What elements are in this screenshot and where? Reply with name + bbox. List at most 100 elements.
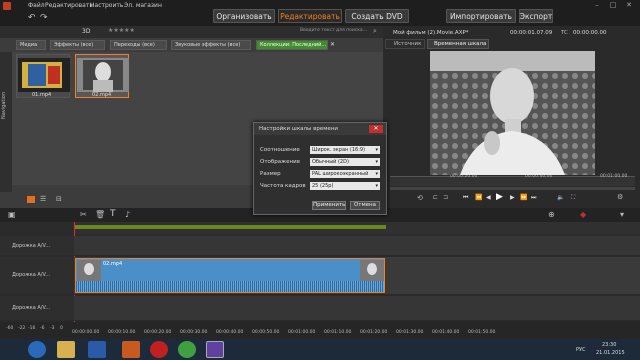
explorer-icon[interactable] (57, 341, 75, 358)
timeline-ruler[interactable] (74, 222, 640, 234)
meter-tick: -60 (6, 326, 14, 331)
bottom-time-ruler[interactable]: -60 -22 -16 -6 -3 0 00:00:00.00 00:00:10… (0, 322, 640, 339)
tab-timeline[interactable]: Временная шкала (427, 39, 489, 49)
time-tick: 00:00:10.00 (108, 330, 136, 335)
volume-icon[interactable]: 🔈 (557, 194, 564, 201)
app-logo-icon (3, 2, 11, 10)
frame-forward-icon[interactable]: ▶ (510, 194, 515, 201)
meter-tick: 0 (60, 326, 63, 331)
dialog-close-button[interactable]: ✕ (369, 125, 383, 133)
tag-icon[interactable]: ⊟ (56, 195, 62, 203)
close-window-icon[interactable]: ✕ (622, 1, 636, 10)
view-3d-toggle[interactable]: 3D (82, 28, 90, 35)
frame-back-icon[interactable]: ◀ (486, 194, 491, 201)
clock-time[interactable]: 23:30 (602, 342, 616, 348)
menu-edit[interactable]: Редактировать (45, 2, 93, 9)
apply-button[interactable]: Применить (312, 201, 346, 210)
minimize-icon[interactable]: – (590, 1, 604, 10)
time-tick: 00:00:20.00 (144, 330, 172, 335)
menu-setup[interactable]: Настроить (90, 2, 123, 9)
search-input[interactable]: Введите текст для поиска... (300, 28, 367, 33)
timeline-clip[interactable]: 02.mp4 (75, 258, 385, 293)
go-end-icon[interactable]: ⏭ (531, 194, 536, 202)
zoom-icon[interactable]: ⊕ (548, 210, 555, 219)
timeline-settings-icon[interactable]: ▣ (8, 210, 16, 219)
rating-filter[interactable]: ★★★★★ (108, 27, 135, 34)
step-back-icon[interactable]: ⏪ (475, 194, 482, 201)
title-bar: Файл Редактировать Настроить Эл. магазин… (0, 0, 640, 26)
project-title: Мой фильм (2).Movie.AXP* (393, 30, 469, 36)
maximize-icon[interactable]: □ (606, 1, 620, 10)
tab-collections[interactable]: Коллекции: Последний... (256, 40, 328, 50)
word-icon[interactable] (88, 341, 106, 358)
pinnacle-studio-icon[interactable] (206, 341, 224, 358)
frame-rate-select[interactable]: 25 (25p) (310, 182, 380, 190)
size-label: Размер (260, 171, 281, 177)
powerpoint-icon[interactable] (122, 341, 140, 358)
mark-in-icon[interactable]: ⊏ (433, 194, 438, 201)
preview-scrub-bar[interactable] (390, 187, 635, 190)
tab-timeline-label: Временная шкала (434, 41, 487, 47)
edit-button[interactable]: Редактировать (278, 9, 342, 23)
timeline-settings-dialog: Настройки шкалы времени ✕ Соотношение Ши… (253, 122, 387, 215)
language-indicator[interactable]: РУС (576, 347, 586, 353)
audio-tool-icon[interactable]: ♪ (125, 210, 130, 219)
time-tick: 00:01:30.00 (396, 330, 424, 335)
dialog-title: Настройки шкалы времени (254, 123, 386, 135)
menu-store[interactable]: Эл. магазин (124, 2, 162, 9)
tab-sound-effects[interactable]: Звуковые эффекты (все) (171, 40, 251, 50)
cancel-button[interactable]: Отмена (350, 201, 380, 210)
chrome-icon[interactable] (178, 341, 196, 358)
import-button[interactable]: Импортировать (446, 9, 516, 23)
export-button[interactable]: Экспорт (519, 9, 553, 23)
play-icon[interactable]: ▶ (496, 192, 503, 202)
track-label: Дорожка A/V... (12, 243, 51, 249)
tab-effects[interactable]: Эффекты (все) (50, 40, 105, 50)
windows-taskbar: РУС 23:30 21.01.2015 (0, 339, 640, 360)
clip-label: 02.mp4 (103, 261, 123, 267)
library-header: 3D ★★★★★ Введите текст для поиска... ⌕ (0, 26, 383, 38)
size-select[interactable]: PAL широкоэкранный (310, 170, 380, 178)
display-mode-select[interactable]: Обычный (2D) (310, 158, 380, 166)
timecode-current[interactable]: 00:00:01.07.09 (510, 30, 552, 36)
fullscreen-icon[interactable]: ⛶ (571, 194, 575, 202)
tab-transitions[interactable]: Переходы (все) (110, 40, 167, 50)
navigation-strip[interactable]: Navigation (0, 52, 12, 192)
settings-icon[interactable]: ⚙ (617, 193, 623, 201)
start-button-icon[interactable] (28, 341, 46, 358)
track-label: Дорожка A/V... (12, 305, 51, 311)
track-row: Дорожка A/V... (0, 236, 640, 256)
loop-icon[interactable]: ⟲ (417, 194, 423, 202)
tab-media[interactable]: Медиа (16, 40, 46, 50)
snap-icon[interactable]: ◆ (580, 210, 586, 219)
mark-out-icon[interactable]: ⊐ (443, 194, 448, 201)
preview-ruler[interactable]: 00:00:20.00 00:00:40.00 00:01:00.00 (390, 174, 635, 186)
clock-date[interactable]: 21.01.2015 (596, 350, 625, 356)
time-tick: 00:01:10.00 (324, 330, 352, 335)
tab-source-label: Источник (394, 41, 422, 47)
create-dvd-button[interactable]: Создать DVD (345, 9, 409, 23)
video-frame-image (430, 51, 595, 175)
timecode-duration[interactable]: 00:00:00.00 (573, 30, 606, 36)
time-tick: 00:01:40.00 (432, 330, 460, 335)
clip-thumb-start (77, 260, 101, 282)
go-start-icon[interactable]: ⏮ (463, 194, 468, 202)
list-view-icon[interactable]: ☰ (40, 195, 46, 203)
delete-icon[interactable]: 🗑 (95, 210, 105, 219)
in-out-range-bar[interactable] (74, 225, 386, 229)
audio-waveform (76, 281, 384, 292)
redo-icon[interactable]: ↷ (40, 13, 48, 23)
razor-icon[interactable]: ✂ (80, 210, 87, 219)
organize-button[interactable]: Организовать (213, 9, 275, 23)
aspect-ratio-select[interactable]: Широк. экран (16:9) (310, 146, 380, 154)
more-icon[interactable]: ▾ (620, 210, 624, 219)
tab-source[interactable]: Источник (385, 39, 425, 49)
step-forward-icon[interactable]: ⏩ (520, 194, 527, 201)
title-tool-icon[interactable]: T (110, 209, 116, 219)
close-tab-icon[interactable]: ✕ (330, 41, 335, 48)
grid-view-icon[interactable] (27, 196, 35, 203)
opera-icon[interactable] (150, 341, 168, 358)
undo-icon[interactable]: ↶ (28, 13, 36, 23)
menu-file[interactable]: Файл (28, 2, 45, 9)
search-icon[interactable]: ⌕ (373, 27, 377, 36)
